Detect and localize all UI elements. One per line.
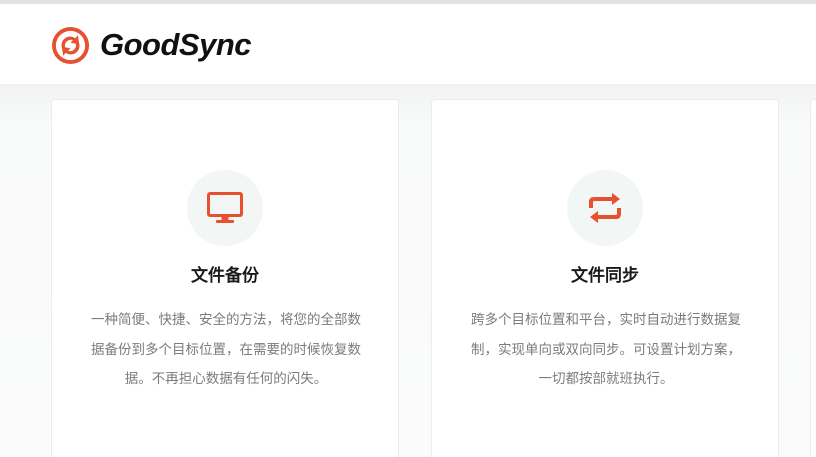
feature-title: 文件备份	[191, 266, 259, 286]
feature-card-partial	[810, 99, 816, 457]
feature-card-file-backup: 文件备份 一种简便、快捷、安全的方法，将您的全部数据备份到多个目标位置，在需要的…	[51, 99, 399, 457]
brand-name: GoodSync	[100, 27, 252, 62]
monitor-icon	[207, 192, 243, 223]
brand-logo-link[interactable]: GoodSync	[51, 25, 252, 65]
feature-description: 跨多个目标位置和平台，实时自动进行数据复制，实现单向或双向同步。可设置计划方案，…	[471, 312, 741, 387]
feature-icon-wrapper	[187, 170, 263, 246]
feature-card-file-sync: 文件同步 跨多个目标位置和平台，实时自动进行数据复制，实现单向或双向同步。可设置…	[431, 99, 779, 457]
feature-icon-wrapper	[567, 170, 643, 246]
site-header: GoodSync	[0, 4, 816, 84]
feature-description: 一种简便、快捷、安全的方法，将您的全部数据备份到多个目标位置，在需要的时候恢复数…	[91, 312, 361, 387]
features-section: 文件备份 一种简便、快捷、安全的方法，将您的全部数据备份到多个目标位置，在需要的…	[0, 84, 816, 457]
sync-arrows-icon	[589, 193, 621, 223]
feature-title: 文件同步	[571, 266, 639, 286]
goodsync-logo-icon	[51, 26, 90, 64]
